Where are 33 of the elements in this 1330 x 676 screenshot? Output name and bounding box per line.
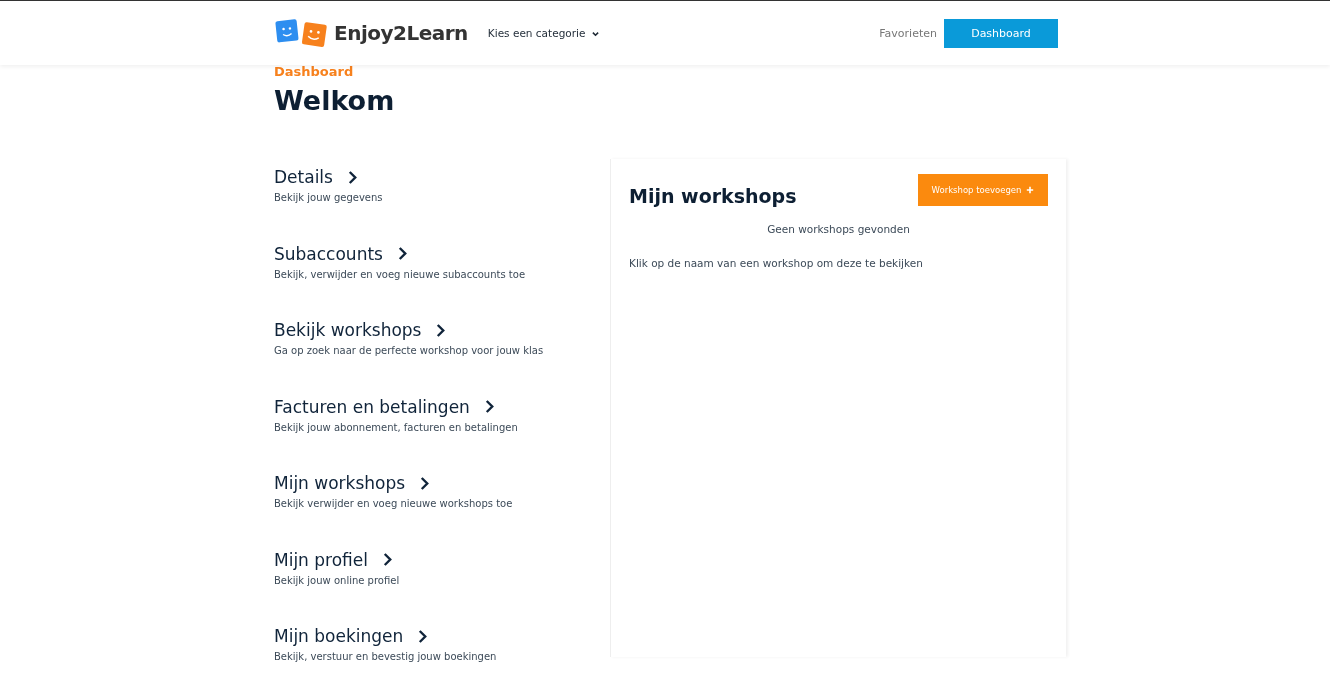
menu-description: Bekijk, verwijder en voeg nieuwe subaccounts toe xyxy=(274,268,527,280)
brand-name: Enjoy2Learn xyxy=(334,21,468,45)
menu-link[interactable]: Mijn boekingen xyxy=(274,626,429,646)
menu-link[interactable]: Bekijk workshops xyxy=(274,320,447,340)
chevron-down-icon xyxy=(591,29,601,37)
menu-description: Bekijk jouw abonnement, facturen en betalingen xyxy=(274,421,519,433)
menu-description: Bekijk, verstuur en bevestig jouw boekingen xyxy=(274,651,498,662)
plus-icon xyxy=(1026,186,1035,194)
menu-description: Ga op zoek naar de perfecte workshop voor jouw klas xyxy=(274,345,545,356)
menu-description: Bekijk jouw gegevens xyxy=(274,192,384,203)
empty-message: Geen workshops gevonden xyxy=(766,223,911,235)
page-title: Welkom xyxy=(274,85,396,116)
brand-logo[interactable]: Enjoy2Learn xyxy=(274,17,468,49)
chevron-right-icon xyxy=(417,628,429,644)
panel-title: Mijn workshops xyxy=(629,185,797,207)
menu-link[interactable]: Mijn workshops xyxy=(274,473,431,493)
menu-link[interactable]: Details xyxy=(274,167,358,187)
menu-link[interactable]: Subaccounts xyxy=(274,243,408,264)
chevron-right-icon xyxy=(346,169,358,185)
chevron-right-icon xyxy=(419,475,431,491)
menu-description: Bekijk jouw online profiel xyxy=(274,574,401,586)
hint-text: Klik op de naam van een workshop om deze te bekijken xyxy=(629,257,924,269)
menu-description: Bekijk verwijder en voeg nieuwe workshops toe xyxy=(274,498,514,509)
menu-link[interactable]: Facturen en betalingen xyxy=(274,396,495,417)
favorites-link[interactable]: Favorieten xyxy=(879,26,937,40)
chevron-right-icon xyxy=(483,399,495,414)
chevron-right-icon xyxy=(435,322,447,338)
menu-link[interactable]: Mijn profiel xyxy=(274,549,393,570)
category-dropdown[interactable]: Kies een categorie xyxy=(487,27,601,39)
chevron-right-icon xyxy=(382,552,393,567)
breadcrumb: Dashboard xyxy=(274,64,355,79)
chevron-right-icon xyxy=(396,246,408,261)
smiley-blocks-icon xyxy=(274,17,330,49)
